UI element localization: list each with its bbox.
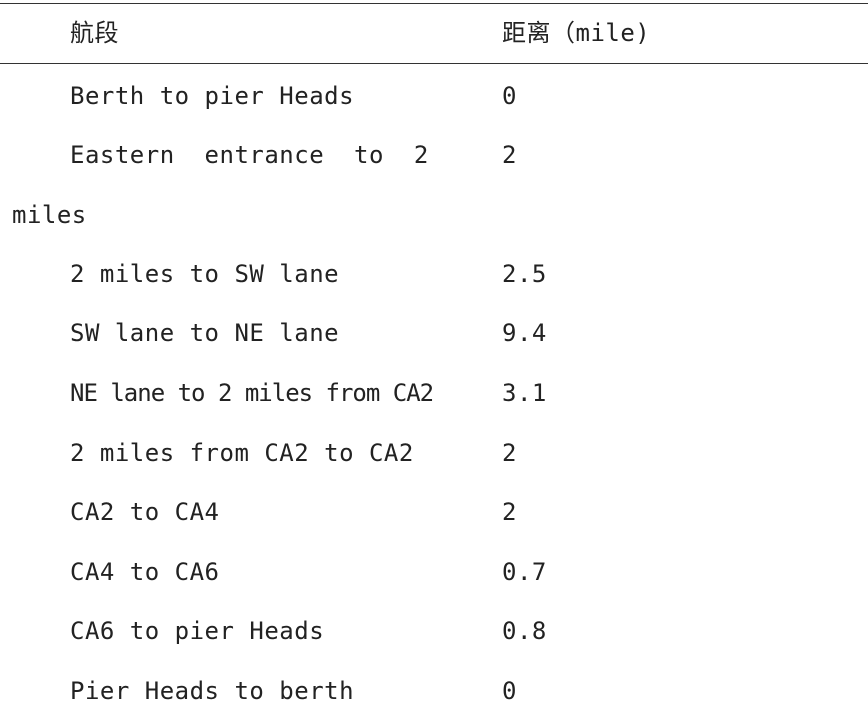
table-row-distance: 0 [502, 82, 517, 110]
table-row-distance: 2.5 [502, 260, 547, 288]
table-row-segment: CA2 to CA4 [70, 498, 220, 526]
table-row-segment: NE lane to 2 miles from CA2 [70, 379, 434, 407]
table-row-segment: Berth to pier Heads [70, 82, 355, 110]
table-row-distance: 2 [502, 141, 517, 169]
table-row-segment: 2 miles to SW lane [70, 260, 340, 288]
table-row-segment: SW lane to NE lane [70, 319, 340, 347]
table-row-segment: CA6 to pier Heads [70, 617, 325, 645]
table-row-distance: 2 [502, 439, 517, 467]
table-row-segment: Eastern entrance to 2 [70, 141, 429, 169]
header-rule [0, 63, 868, 64]
table-row-distance: 3.1 [502, 379, 547, 407]
header-distance: 距离（mile) [502, 19, 651, 47]
table-row-segment: 2 miles from CA2 to CA2 [70, 439, 414, 467]
table-row-distance: 0.7 [502, 558, 547, 586]
table-row-distance: 9.4 [502, 319, 547, 347]
table-row-segment: CA4 to CA6 [70, 558, 220, 586]
table-row-distance: 2 [502, 498, 517, 526]
table-top-rule [0, 3, 868, 4]
header-segment: 航段 [70, 19, 119, 47]
table-row-distance: 0.8 [502, 617, 547, 645]
table-row-segment-wrap: miles [12, 201, 87, 229]
